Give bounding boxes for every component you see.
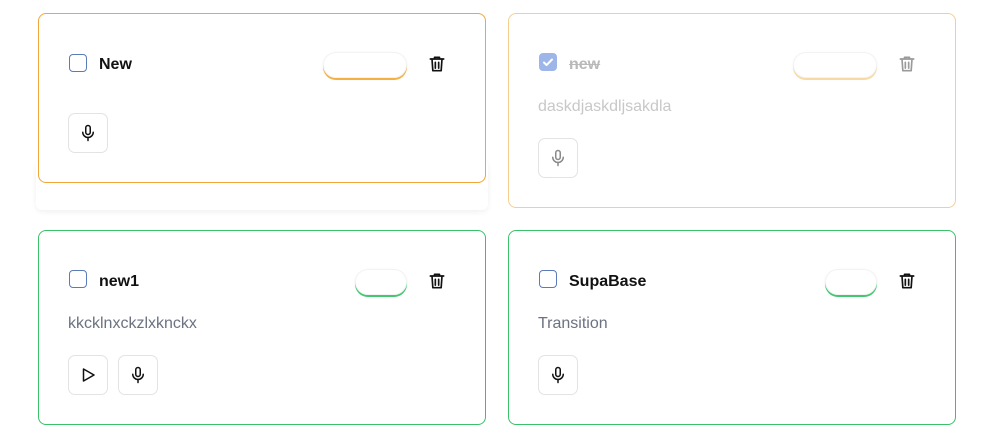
status-badge[interactable] xyxy=(323,52,407,78)
task-card: new1 kkcklnxckzlxknckx xyxy=(38,230,486,425)
task-description: daskdjaskdljsakdla xyxy=(538,98,672,115)
microphone-icon xyxy=(552,366,564,384)
task-title: new1 xyxy=(99,273,140,290)
record-button[interactable] xyxy=(538,355,578,395)
task-description: kkcklnxckzlxknckx xyxy=(68,315,197,332)
status-badge[interactable] xyxy=(793,52,877,78)
trash-icon[interactable] xyxy=(427,270,447,292)
task-checkbox[interactable] xyxy=(539,270,557,288)
task-checkbox[interactable] xyxy=(69,270,87,288)
task-card: New xyxy=(38,13,486,183)
microphone-icon xyxy=(552,149,564,167)
record-button[interactable] xyxy=(118,355,158,395)
task-description: Transition xyxy=(538,315,608,332)
task-title: SupaBase xyxy=(569,273,647,290)
checkmark-icon xyxy=(543,58,553,67)
task-card: new daskdjaskdljsakdla xyxy=(508,13,956,208)
task-title: New xyxy=(99,56,132,73)
status-badge[interactable] xyxy=(825,269,877,295)
status-badge[interactable] xyxy=(355,269,407,295)
trash-icon[interactable] xyxy=(427,53,447,75)
task-checkbox[interactable] xyxy=(69,54,87,72)
trash-icon[interactable] xyxy=(897,53,917,75)
microphone-icon xyxy=(132,366,144,384)
play-icon xyxy=(82,368,95,382)
trash-icon[interactable] xyxy=(897,270,917,292)
task-title: new xyxy=(569,56,601,73)
microphone-icon xyxy=(82,124,94,142)
record-button[interactable] xyxy=(538,138,578,178)
task-card: SupaBase Transition xyxy=(508,230,956,425)
record-button[interactable] xyxy=(68,113,108,153)
task-checkbox[interactable] xyxy=(539,53,557,71)
play-button[interactable] xyxy=(68,355,108,395)
